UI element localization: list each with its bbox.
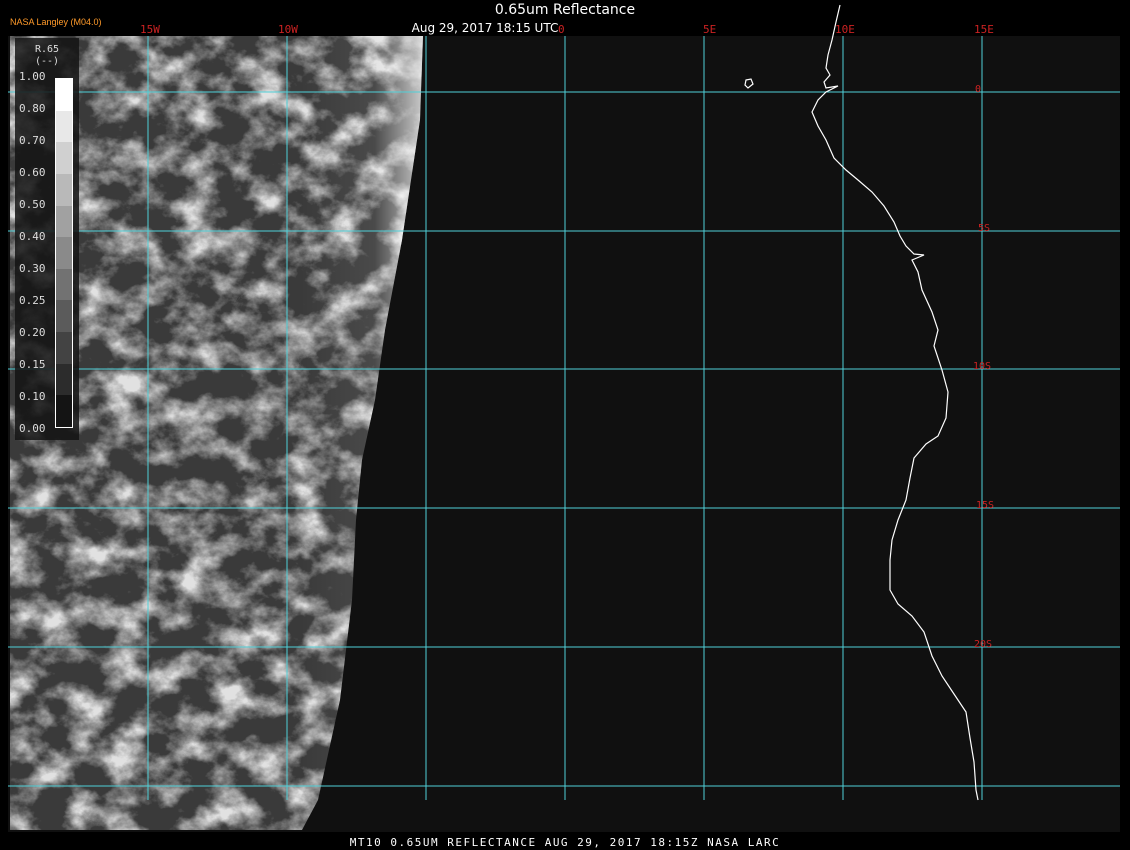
legend-tick: 0.15 (19, 358, 46, 371)
lat-label-0: 0 (975, 84, 982, 95)
legend-tick: 0.25 (19, 294, 46, 307)
legend-tick: 0.00 (19, 422, 46, 435)
lon-label-10e: 10E (835, 23, 855, 36)
legend-tick: 0.40 (19, 230, 46, 243)
legend-units: (--) (35, 56, 60, 67)
legend-tick: 0.30 (19, 262, 46, 275)
legend-color-step (56, 332, 72, 365)
legend-color-step (56, 268, 72, 301)
legend-tick: 0.50 (19, 198, 46, 211)
legend-tick: 0.20 (19, 326, 46, 339)
lon-label-15e: 15E (974, 23, 994, 36)
lat-label-5s: 5S (978, 223, 991, 234)
lon-label-15w: 15W (140, 23, 160, 36)
lat-label-15s: 15S (976, 500, 995, 511)
legend-color-step (56, 300, 72, 333)
legend-tick: 0.10 (19, 390, 46, 403)
legend-tick: 0.80 (19, 102, 46, 115)
lon-label-0: 0 (558, 23, 565, 36)
legend-color-step (56, 173, 72, 207)
product-title: 0.65um Reflectance (494, 2, 636, 18)
legend-tick: 0.60 (19, 166, 46, 179)
lat-label-10s: 10S (973, 361, 992, 372)
legend-color-step (56, 142, 72, 175)
legend-color-step (56, 237, 72, 270)
footer-caption: MT10 0.65UM REFLECTANCE AUG 29, 2017 18:… (349, 836, 781, 849)
reflectance-legend: R.65 (--) 1.00 0.80 0.70 0.60 0.50 0.40 … (15, 38, 79, 440)
legend-color-step (56, 79, 72, 112)
brand-label: NASA Langley (M04.0) (10, 17, 102, 27)
lat-label-20s: 20S (974, 639, 993, 650)
lon-label-10w: 10W (278, 23, 298, 36)
legend-color-step (56, 363, 72, 396)
legend-tick: 0.70 (19, 134, 46, 147)
legend-title: R.65 (35, 44, 60, 55)
satellite-map (8, 4, 1120, 832)
legend-color-step (56, 110, 72, 143)
legend-colorbar (55, 78, 73, 428)
legend-color-step (56, 205, 72, 238)
lon-label-5e: 5E (703, 23, 717, 36)
legend-tick: 1.00 (19, 70, 46, 83)
legend-color-step (56, 395, 72, 428)
